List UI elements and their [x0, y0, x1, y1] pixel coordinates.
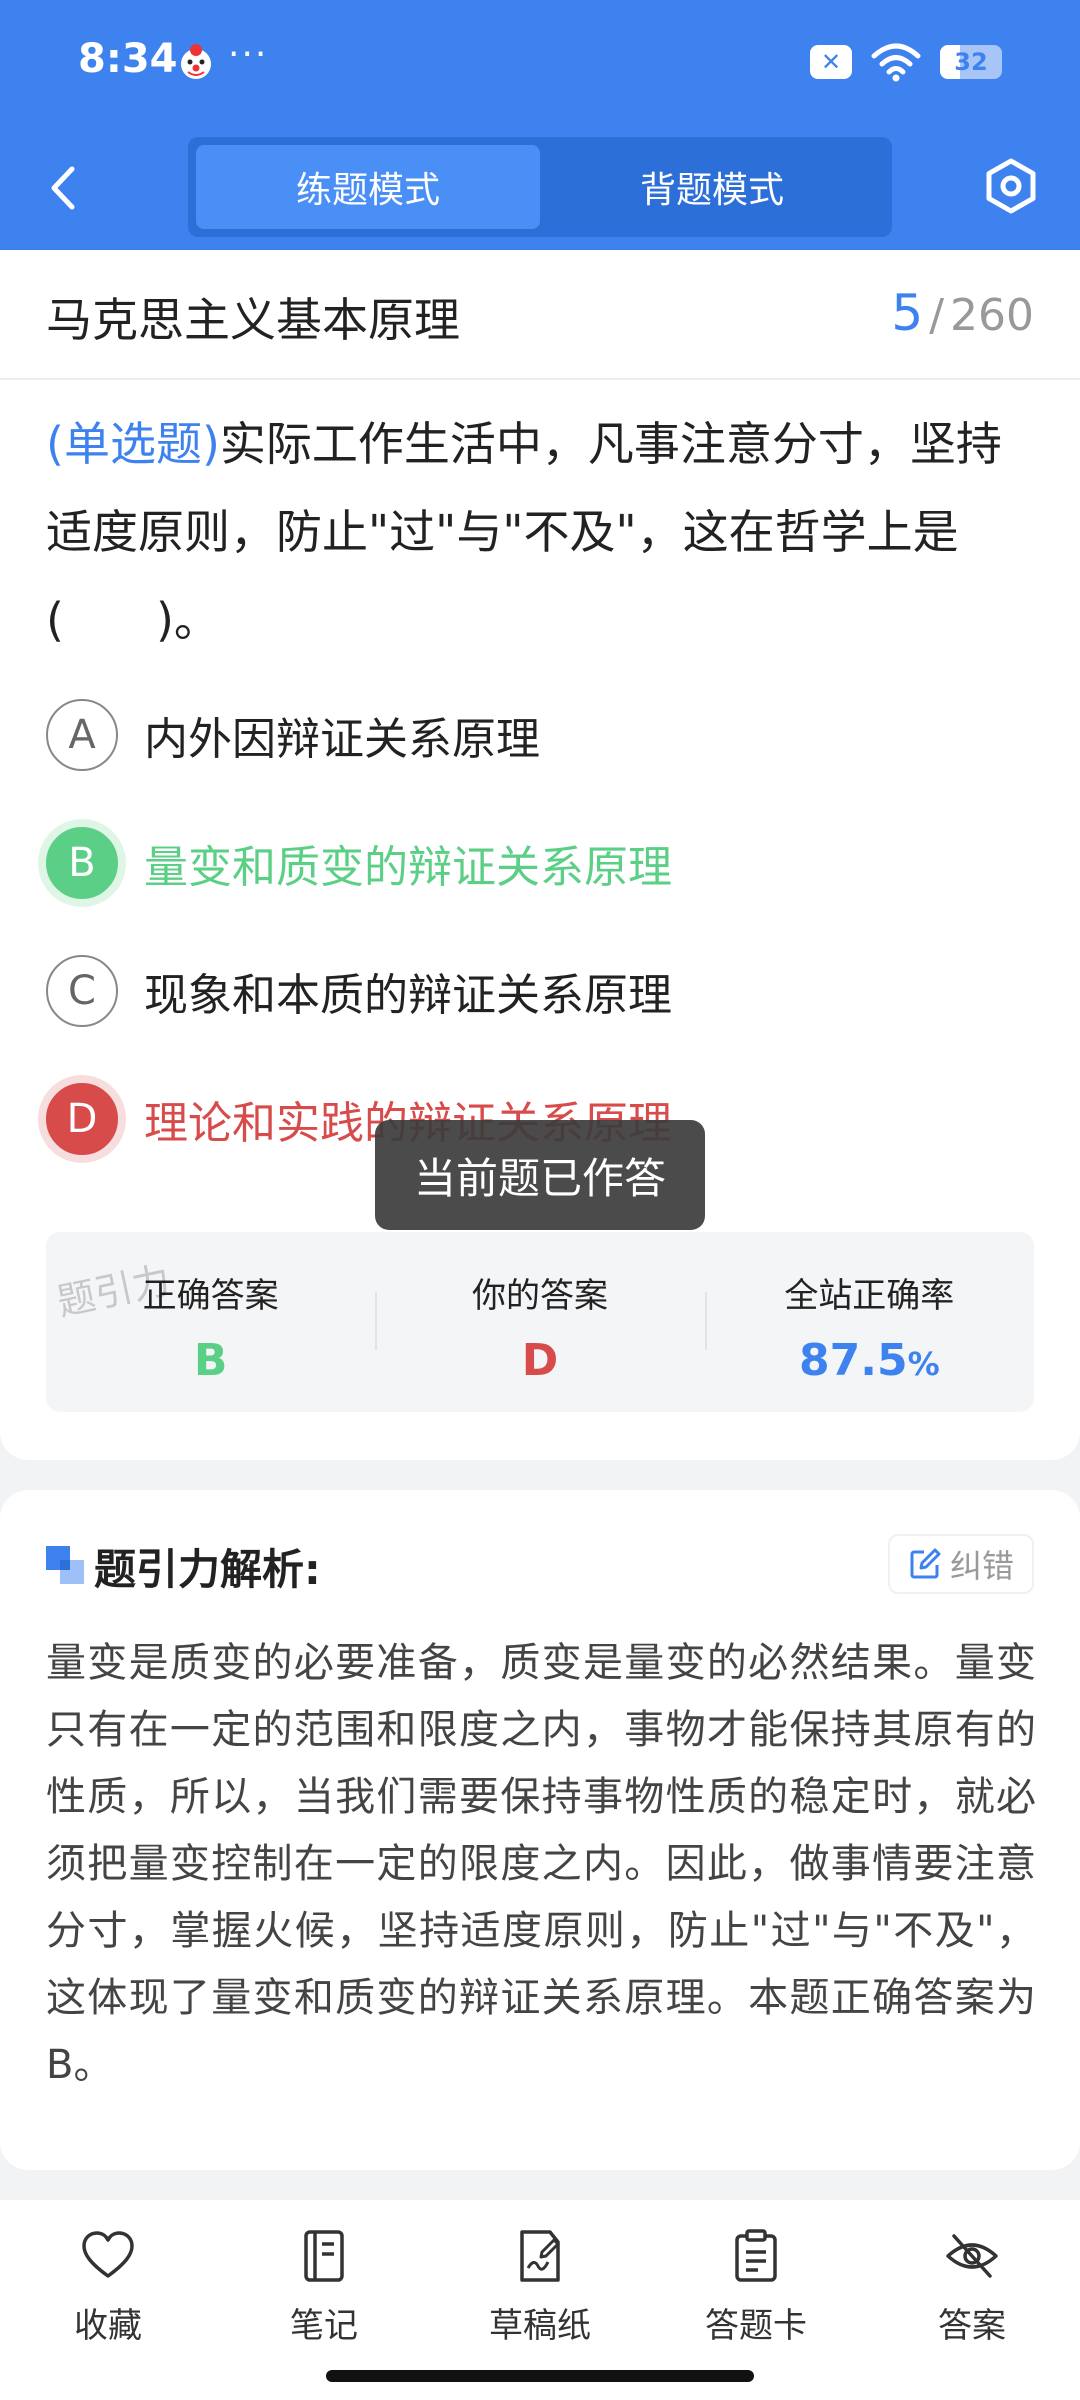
- question-type: (单选题): [46, 417, 220, 471]
- answer-sheet-label: 答题卡: [705, 2306, 807, 2346]
- battery-icon: 32: [940, 45, 1002, 79]
- tab-practice-mode[interactable]: 练题模式: [196, 145, 540, 229]
- site-accuracy-cell: 全站正确率 87.5%: [704, 1232, 1034, 1412]
- option-letter: D: [46, 1083, 118, 1155]
- show-answer-label: 答案: [938, 2306, 1006, 2346]
- clipboard-icon: [735, 2229, 777, 2282]
- option-a[interactable]: A 内外因辩证关系原理: [46, 690, 1036, 780]
- back-chevron-icon[interactable]: [44, 163, 84, 213]
- toast-message: 当前题已作答: [375, 1120, 705, 1230]
- wifi-icon: [871, 43, 921, 82]
- site-accuracy-label: 全站正确率: [784, 1276, 955, 1316]
- your-answer-cell: 你的答案 D: [375, 1232, 704, 1412]
- heart-icon: [82, 2231, 134, 2278]
- your-answer-value: D: [521, 1335, 559, 1386]
- option-c[interactable]: C 现象和本质的辩证关系原理: [46, 946, 1036, 1036]
- correct-answer-cell: 正确答案 B: [46, 1232, 375, 1412]
- analysis-text: 量变是质变的必要准备，质变是量变的必然结果。量变只有在一定的范围和限度之内，事物…: [46, 1640, 1036, 2088]
- status-more-dots: ···: [228, 34, 269, 75]
- report-error-label: 纠错: [949, 1547, 1014, 1585]
- analysis-card: 题引力解析: 纠错 量变是质变的必要准备，质变是量变的必然结果。量变只有在一定的…: [0, 1490, 1080, 2170]
- subject-row: 马克思主义基本原理 5/260: [0, 250, 1080, 380]
- option-letter: A: [46, 699, 118, 771]
- tab-recite-mode[interactable]: 背题模式: [540, 145, 884, 229]
- notes-label: 笔记: [290, 2306, 358, 2346]
- accuracy-number: 87.5: [799, 1335, 908, 1386]
- option-b[interactable]: B 量变和质变的辩证关系原理: [46, 818, 1036, 908]
- no-sim-icon: [810, 45, 852, 79]
- subject-title: 马克思主义基本原理: [46, 293, 460, 347]
- favorite-button[interactable]: 收藏: [0, 2200, 216, 2400]
- progress-current: 5: [891, 284, 924, 342]
- option-letter: B: [46, 827, 118, 899]
- battery-level: 32: [954, 48, 988, 76]
- answer-summary: 正确答案 B 你的答案 D 全站正确率 87.5%: [46, 1232, 1034, 1412]
- progress-separator: /: [929, 290, 945, 341]
- question-progress[interactable]: 5/260: [891, 284, 1034, 342]
- site-accuracy-value: 87.5%: [705, 1335, 1034, 1386]
- question-stem: (单选题)实际工作生活中，凡事注意分寸，坚持适度原则，防止"过"与"不及"，这在…: [46, 400, 1036, 664]
- progress-total: 260: [950, 290, 1034, 341]
- favorite-label: 收藏: [74, 2306, 142, 2346]
- analysis-squares-icon: [46, 1546, 84, 1584]
- status-bar: 8:34 ··· 32: [0, 0, 1080, 125]
- settings-hexagon-icon[interactable]: [980, 155, 1042, 217]
- notebook-icon: [304, 2230, 344, 2282]
- nav-bar: 练题模式 背题模式: [0, 125, 1080, 250]
- draft-paper-label: 草稿纸: [489, 2306, 591, 2346]
- edit-icon: [910, 1548, 941, 1579]
- option-text: 现象和本质的辩证关系原理: [144, 970, 672, 1021]
- option-letter: C: [46, 955, 118, 1027]
- draft-icon: [520, 2230, 560, 2282]
- mode-switch: 练题模式 背题模式: [188, 137, 892, 237]
- correct-answer-value: B: [193, 1335, 228, 1386]
- accuracy-unit: %: [907, 1345, 940, 1383]
- status-time: 8:34: [78, 36, 178, 82]
- your-answer-label: 你的答案: [471, 1276, 608, 1316]
- option-text: 内外因辩证关系原理: [144, 714, 540, 765]
- clown-emoji-icon: [181, 44, 211, 79]
- eye-off-icon: [946, 2234, 998, 2278]
- home-indicator[interactable]: [326, 2370, 754, 2382]
- analysis-title: 题引力解析:: [94, 1545, 321, 1594]
- report-error-button[interactable]: 纠错: [887, 1534, 1034, 1594]
- option-text: 量变和质变的辩证关系原理: [144, 842, 672, 893]
- show-answer-button[interactable]: 答案: [864, 2200, 1080, 2400]
